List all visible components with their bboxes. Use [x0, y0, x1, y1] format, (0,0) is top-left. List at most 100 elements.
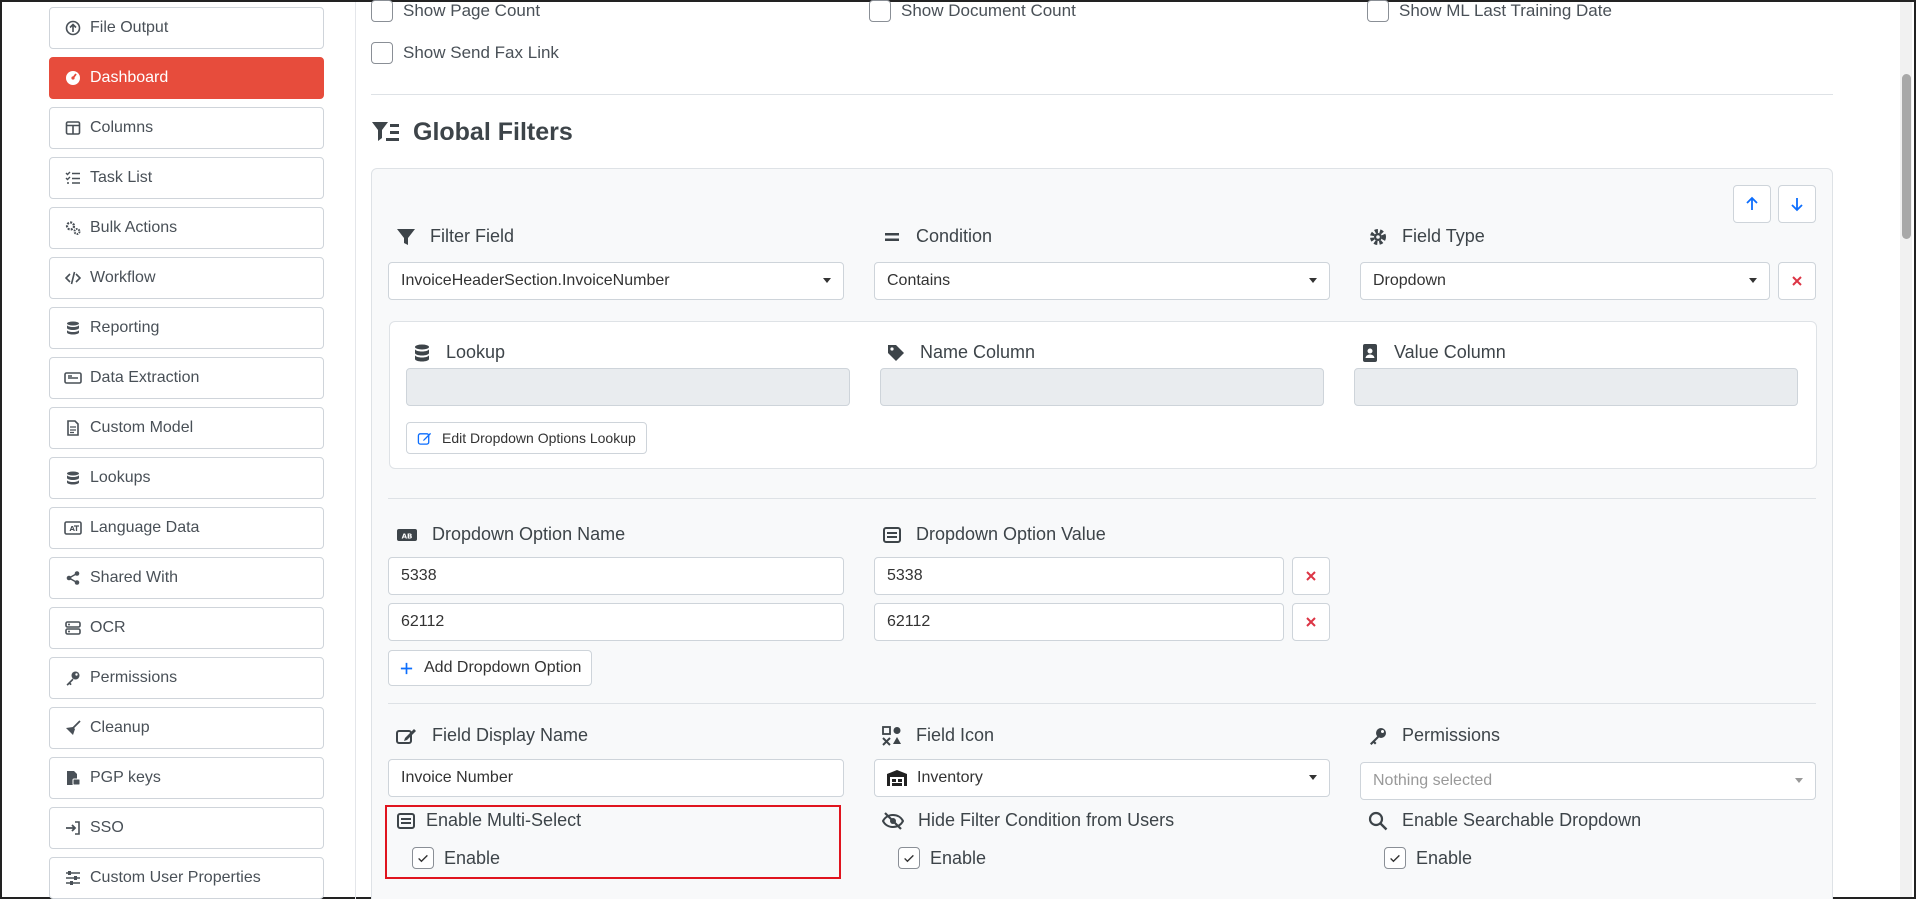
sidebar-item-label: SSO [90, 819, 124, 836]
database-icon [64, 319, 82, 337]
show-page-count-label: Show Page Count [403, 1, 541, 20]
field-icon-label: Field Icon [882, 725, 994, 746]
gauge-icon [64, 69, 82, 87]
dropdown-option-name-input[interactable]: 62112 [388, 603, 844, 641]
show-send-fax-link-label: Show Send Fax Link [403, 43, 559, 62]
sidebar-item-cleanup[interactable]: Cleanup [49, 707, 324, 749]
edit-dropdown-options-lookup-button[interactable]: Edit Dropdown Options Lookup [406, 422, 647, 454]
scrollbar-thumb[interactable] [1902, 74, 1911, 239]
divider [388, 703, 1816, 704]
searchable-checkbox[interactable] [1384, 847, 1406, 869]
sidebar-item-label: Columns [90, 119, 154, 136]
share-icon [64, 569, 82, 587]
remove-option-button[interactable] [1292, 603, 1330, 641]
sidebar-item-custom-model[interactable]: Custom Model [49, 407, 324, 449]
field-type-select[interactable]: Dropdown [1360, 262, 1770, 300]
sliders-icon [64, 869, 82, 887]
close-icon [1306, 571, 1316, 581]
dropdown-option-value-label: Dropdown Option Value [882, 524, 1106, 545]
sidebar-item-label: Custom Model [90, 419, 194, 436]
move-up-button[interactable] [1733, 185, 1771, 223]
sidebar-item-label: Bulk Actions [90, 219, 178, 236]
hide-condition-toggle[interactable]: Enable [898, 847, 986, 869]
show-document-count-option[interactable]: Show Document Count [869, 0, 1076, 22]
show-page-count-checkbox[interactable] [371, 0, 393, 22]
name-column-input[interactable] [880, 368, 1324, 406]
condition-select[interactable]: Contains [874, 262, 1330, 300]
tag-icon [888, 344, 904, 361]
text-field-icon: AB [397, 528, 417, 541]
caret-down-icon [1795, 778, 1803, 783]
dropdown-option-value-input[interactable]: 5338 [874, 557, 1284, 595]
close-icon [1306, 617, 1316, 627]
sidebar-item-custom-user-properties[interactable]: Custom User Properties [49, 857, 324, 899]
sidebar-item-label: Shared With [90, 569, 179, 586]
global-filters-header: Global Filters [371, 118, 573, 147]
broom-icon [64, 719, 82, 737]
lookup-input[interactable] [406, 368, 850, 406]
show-send-fax-link-option[interactable]: Show Send Fax Link [371, 42, 559, 64]
sidebar-item-sso[interactable]: SSO [49, 807, 324, 849]
circle-arrow-up-icon [64, 19, 82, 37]
sidebar-item-label: Language Data [90, 519, 200, 536]
file-lock-icon [64, 769, 82, 787]
field-display-name-label: Field Display Name [396, 725, 588, 746]
sidebar-item-label: Data Extraction [90, 369, 200, 386]
section-title: Global Filters [413, 118, 573, 146]
remove-option-button[interactable] [1292, 557, 1330, 595]
filter-field-select[interactable]: InvoiceHeaderSection.InvoiceNumber [388, 262, 844, 300]
sidebar-item-lookups[interactable]: Lookups [49, 457, 324, 499]
show-document-count-label: Show Document Count [901, 1, 1076, 20]
value-column-input[interactable] [1354, 368, 1798, 406]
contact-card-icon [1363, 343, 1377, 362]
edit-icon [417, 432, 432, 445]
dropdown-option-value-input[interactable]: 62112 [874, 603, 1284, 641]
signature-icon [396, 728, 416, 744]
caret-down-icon [1749, 278, 1757, 283]
sidebar-item-task-list[interactable]: Task List [49, 157, 324, 199]
searchable-toggle[interactable]: Enable [1384, 847, 1472, 869]
show-document-count-checkbox[interactable] [869, 0, 891, 22]
permissions-select[interactable]: Nothing selected [1360, 762, 1816, 800]
sidebar-item-label: Dashboard [90, 69, 169, 86]
sidebar-item-pgp-keys[interactable]: PGP keys [49, 757, 324, 799]
sidebar-item-workflow[interactable]: Workflow [49, 257, 324, 299]
show-ml-last-training-date-checkbox[interactable] [1367, 0, 1389, 22]
filter-icon [397, 228, 415, 245]
svg-text:AB: AB [402, 532, 413, 540]
divider [371, 94, 1833, 95]
sidebar-item-label: Task List [90, 169, 153, 186]
show-send-fax-link-checkbox[interactable] [371, 42, 393, 64]
sign-in-icon [64, 819, 82, 837]
sidebar-item-data-extraction[interactable]: Data Extraction [49, 357, 324, 399]
sidebar-item-file-output[interactable]: File Output [49, 7, 324, 49]
dropdown-option-name-input[interactable]: 5338 [388, 557, 844, 595]
show-page-count-option[interactable]: Show Page Count [371, 0, 540, 22]
sidebar-item-label: Lookups [90, 469, 151, 486]
sidebar-item-reporting[interactable]: Reporting [49, 307, 324, 349]
caret-down-icon [1309, 775, 1317, 780]
field-icon-select[interactable]: Inventory [874, 759, 1330, 797]
sidebar-item-shared-with[interactable]: Shared With [49, 557, 324, 599]
highlight-box [385, 805, 841, 879]
sidebar-item-dashboard[interactable]: Dashboard [49, 57, 324, 99]
file-icon [64, 419, 82, 437]
sidebar-item-language-data[interactable]: A Language Data [49, 507, 324, 549]
field-display-name-input[interactable]: Invoice Number [388, 759, 844, 797]
key-icon [64, 669, 82, 687]
sidebar-item-label: File Output [90, 19, 169, 36]
sidebar-item-ocr[interactable]: OCR [49, 607, 324, 649]
remove-filter-button[interactable] [1778, 262, 1816, 300]
sidebar-item-permissions[interactable]: Permissions [49, 657, 324, 699]
sidebar-item-label: Custom User Properties [90, 869, 261, 886]
sidebar-item-columns[interactable]: Columns [49, 107, 324, 149]
hide-condition-checkbox[interactable] [898, 847, 920, 869]
filter-field-label: Filter Field [396, 226, 514, 247]
divider [388, 498, 1816, 499]
show-ml-last-training-date-option[interactable]: Show ML Last Training Date [1367, 0, 1612, 22]
name-column-label: Name Column [886, 342, 1035, 363]
add-dropdown-option-button[interactable]: Add Dropdown Option [388, 650, 593, 686]
list-box-icon [883, 526, 901, 543]
move-down-button[interactable] [1778, 185, 1816, 223]
sidebar-item-bulk-actions[interactable]: Bulk Actions [49, 207, 324, 249]
